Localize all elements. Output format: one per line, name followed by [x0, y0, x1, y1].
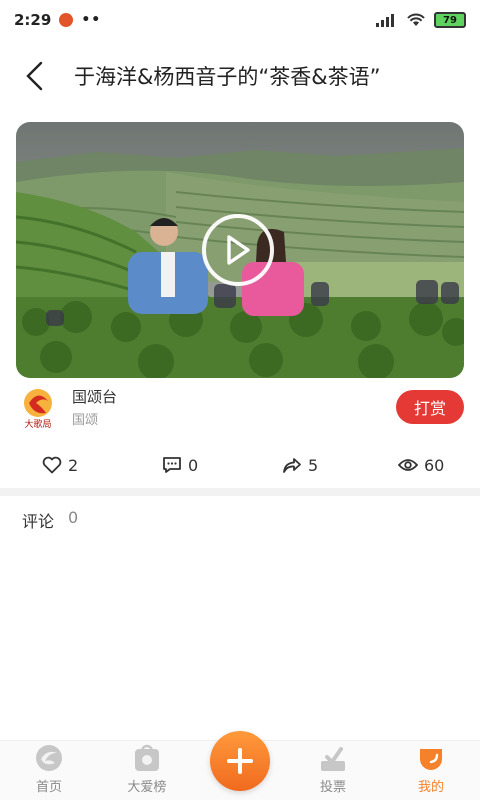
plus-icon [227, 748, 253, 774]
comments-header: 评论 0 [22, 508, 78, 532]
section-divider [0, 488, 480, 496]
comments-count: 0 [68, 508, 79, 527]
back-button[interactable] [0, 44, 70, 108]
comment-stat[interactable]: 0 [162, 456, 198, 475]
share-stat[interactable]: 5 [282, 456, 318, 475]
author-logo[interactable]: 大歌局 [16, 385, 60, 429]
wifi-icon [407, 13, 425, 26]
author-name[interactable]: 国颂台 [72, 386, 117, 407]
add-button[interactable] [210, 731, 270, 791]
like-count: 2 [68, 455, 79, 475]
view-count: 60 [424, 455, 445, 475]
stats-row: 2 0 5 60 [0, 448, 480, 482]
bag-icon [134, 744, 159, 771]
tab-profile[interactable]: 我的 [382, 741, 480, 800]
tab-vote-label: 投票 [320, 780, 347, 795]
heart-icon [42, 456, 62, 474]
tab-profile-label: 我的 [417, 780, 444, 795]
comments-label: 评论 [22, 512, 55, 531]
status-bar: 2:29 •• 79 [0, 0, 480, 40]
logo-text: 大歌局 [24, 418, 51, 429]
tab-home[interactable]: 首页 [0, 741, 98, 800]
author-subtitle: 国颂 [72, 413, 99, 428]
status-time: 2:29 [14, 11, 52, 29]
status-dots: •• [81, 12, 102, 28]
home-icon [35, 745, 62, 771]
battery-level: 79 [443, 14, 457, 26]
view-stat: 60 [398, 456, 444, 475]
play-button[interactable] [202, 214, 274, 286]
tab-vote[interactable]: 投票 [284, 741, 382, 800]
battery-icon: 79 [434, 12, 466, 28]
tab-rank[interactable]: 大爱榜 [98, 741, 196, 800]
vote-icon [321, 747, 346, 771]
page-title: 于海洋&杨西音子的“茶香&茶语” [74, 65, 381, 89]
comment-icon [163, 457, 181, 473]
like-stat[interactable]: 2 [42, 456, 78, 475]
channel-logo-icon: 大歌局 [24, 389, 52, 429]
profile-icon [419, 749, 442, 770]
reward-button[interactable]: 打赏 [396, 390, 464, 424]
comment-count: 0 [188, 455, 199, 475]
tab-home-label: 首页 [35, 780, 62, 795]
share-count: 5 [308, 455, 319, 475]
share-icon [283, 458, 301, 473]
video-player[interactable] [16, 122, 464, 378]
app-notification-icon [59, 13, 74, 27]
header: 于海洋&杨西音子的“茶香&茶语” [0, 44, 480, 108]
eye-icon [398, 459, 418, 471]
tab-rank-label: 大爱榜 [127, 780, 167, 795]
signal-icon [376, 14, 394, 27]
play-icon [227, 235, 250, 265]
chevron-left-icon [26, 61, 43, 91]
author-row: 大歌局 国颂台 国颂 打赏 [16, 380, 464, 434]
